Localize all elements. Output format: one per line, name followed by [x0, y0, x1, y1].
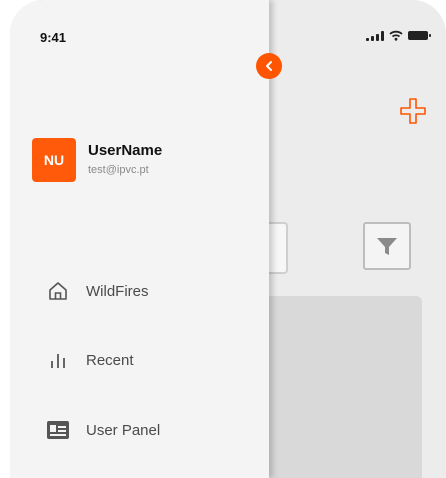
nav-item-wildfires[interactable]: WildFires [46, 279, 149, 303]
nav-item-user-panel[interactable]: User Panel [46, 418, 160, 442]
signal-icon [366, 30, 384, 41]
collapse-drawer-button[interactable] [256, 53, 282, 79]
nav-item-label: User Panel [86, 421, 161, 439]
nav-item-label: WildFires [86, 282, 149, 300]
nav-item-recent[interactable]: Recent [46, 348, 134, 372]
add-icon[interactable] [398, 96, 428, 126]
user-email: test@ipvc.pt [88, 164, 149, 176]
phone-frame: 9:41 NU UserName test@ipvc.pt WildFires [10, 0, 446, 478]
home-icon [46, 279, 70, 303]
content-list [260, 296, 422, 478]
wifi-icon [389, 30, 403, 41]
user-name: UserName [88, 142, 163, 159]
id-card-icon [46, 418, 70, 442]
filter-button[interactable] [363, 222, 411, 270]
chevron-left-icon [266, 61, 272, 71]
side-drawer: 9:41 NU UserName test@ipvc.pt WildFires [10, 0, 269, 478]
avatar: NU [32, 138, 76, 182]
battery-icon [408, 31, 431, 40]
status-time: 9:41 [40, 30, 67, 45]
filter-icon [377, 238, 397, 255]
bar-chart-icon [46, 348, 70, 372]
status-icons [366, 30, 431, 41]
nav-item-label: Recent [86, 351, 134, 369]
